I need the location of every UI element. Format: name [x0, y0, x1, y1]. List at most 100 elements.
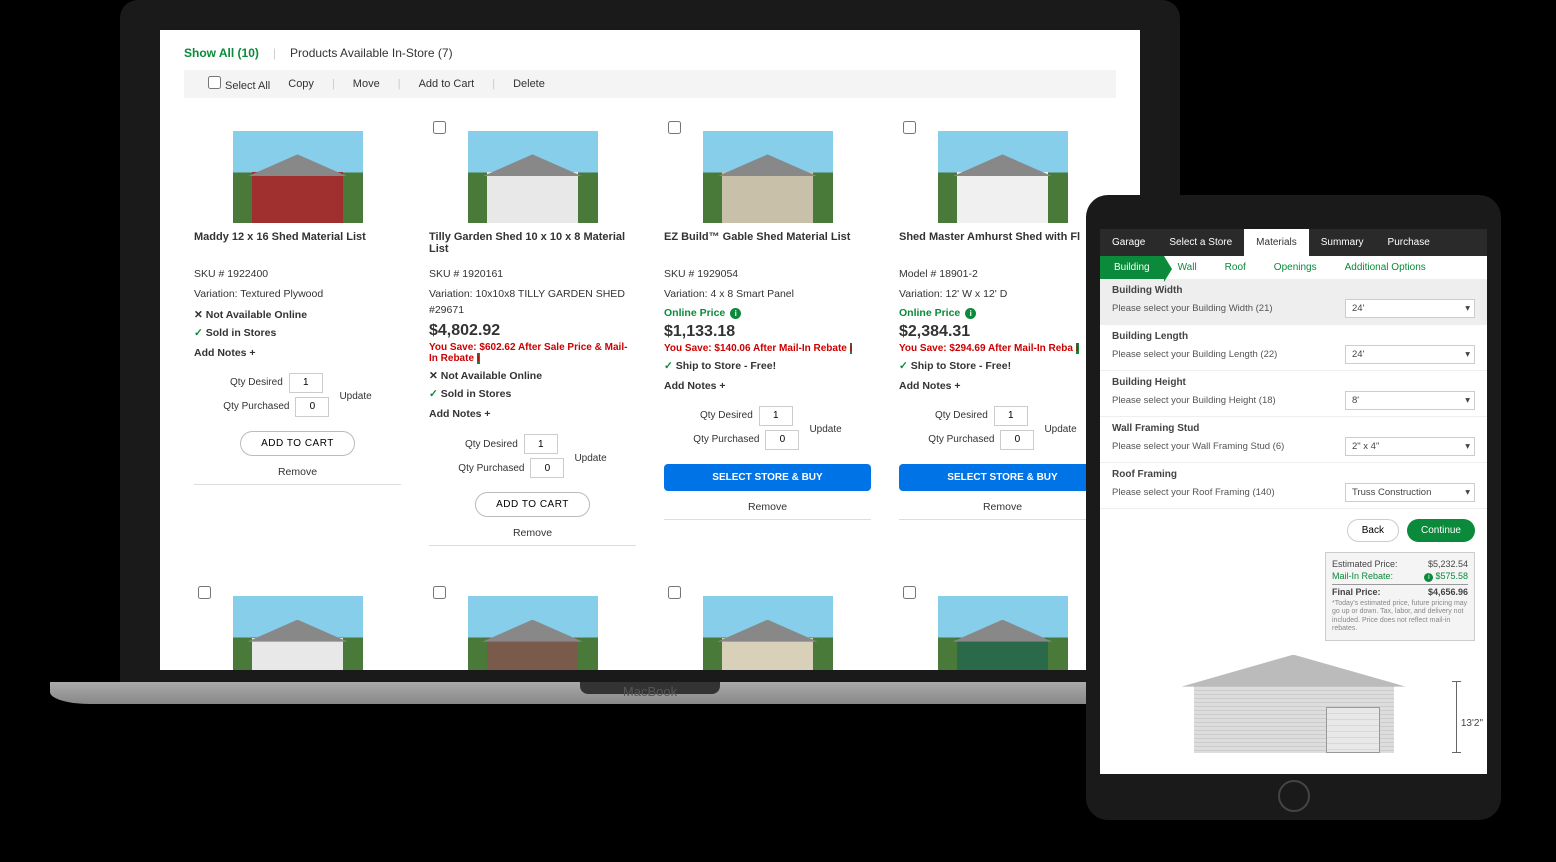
filter-in-store[interactable]: Products Available In-Store (7): [290, 46, 453, 60]
sold-in-stores-label: Sold in Stores: [206, 327, 277, 339]
add-notes-link[interactable]: Add Notes +: [429, 408, 636, 420]
product-image[interactable]: [703, 131, 833, 223]
price-disclaimer: *Today's estimated price, future pricing…: [1332, 600, 1468, 634]
ipad-home-button[interactable]: [1278, 780, 1310, 812]
product-checkbox[interactable]: [433, 586, 446, 599]
product-name[interactable]: EZ Build™ Gable Shed Material List: [664, 231, 871, 257]
qty-desired-label: Qty Desired: [935, 410, 988, 421]
subnav-tab[interactable]: Additional Options: [1331, 256, 1440, 279]
field-select[interactable]: 24' ▾: [1345, 345, 1475, 364]
product-name[interactable]: Tilly Garden Shed 10 x 10 x 8 Material L…: [429, 231, 636, 257]
add-notes-link[interactable]: Add Notes +: [194, 347, 401, 359]
action-add-to-cart[interactable]: Add to Cart: [419, 78, 475, 90]
field-select[interactable]: 2" x 4" ▾: [1345, 437, 1475, 456]
update-link[interactable]: Update: [1044, 424, 1076, 435]
back-button[interactable]: Back: [1347, 519, 1399, 542]
product-checkbox[interactable]: [903, 586, 916, 599]
topbar-tab[interactable]: Summary: [1309, 229, 1376, 256]
remove-link[interactable]: Remove: [899, 501, 1106, 513]
action-delete[interactable]: Delete: [513, 78, 545, 90]
info-icon[interactable]: i: [730, 308, 741, 319]
select-all[interactable]: Select All: [208, 76, 270, 92]
product-name[interactable]: Shed Master Amhurst Shed with Fl: [899, 231, 1106, 257]
macbook-screen: Show All (10) | Products Available In-St…: [160, 30, 1140, 670]
info-icon[interactable]: i: [1424, 573, 1433, 582]
qty-desired-input[interactable]: [524, 434, 558, 454]
product-card: Maddy 12 x 16 Shed Material List SKU # 1…: [180, 117, 415, 562]
remove-link[interactable]: Remove: [194, 466, 401, 478]
update-link[interactable]: Update: [574, 453, 606, 464]
remove-link[interactable]: Remove: [664, 501, 871, 513]
info-icon[interactable]: i: [850, 343, 853, 354]
product-image[interactable]: [468, 131, 598, 223]
qty-purchased-input[interactable]: [1000, 430, 1034, 450]
field-label: Building Width: [1112, 285, 1475, 296]
macbook-bezel: Show All (10) | Products Available In-St…: [120, 0, 1180, 690]
qty-purchased-input[interactable]: [295, 397, 329, 417]
qty-desired-input[interactable]: [994, 406, 1028, 426]
add-notes-link[interactable]: Add Notes +: [899, 380, 1106, 392]
qty-purchased-input[interactable]: [765, 430, 799, 450]
product-image[interactable]: [468, 596, 598, 670]
continue-button[interactable]: Continue: [1407, 519, 1475, 542]
product-sku: SKU # 1929054: [664, 267, 871, 283]
info-icon[interactable]: i: [477, 353, 480, 364]
x-icon: ✕: [429, 370, 438, 382]
qty-desired-input[interactable]: [289, 373, 323, 393]
topbar-tab[interactable]: Materials: [1244, 229, 1309, 256]
product-sku: SKU # 1922400: [194, 267, 401, 283]
filter-show-all[interactable]: Show All (10): [184, 46, 259, 60]
est-price-label: Estimated Price:: [1332, 559, 1398, 569]
product-checkbox[interactable]: [198, 586, 211, 599]
field-select[interactable]: 8' ▾: [1345, 391, 1475, 410]
add-to-cart-button[interactable]: ADD TO CART: [240, 431, 355, 456]
action-move[interactable]: Move: [353, 78, 380, 90]
form-group: Wall Framing Stud Please select your Wal…: [1100, 417, 1487, 463]
action-copy[interactable]: Copy: [288, 78, 314, 90]
field-select[interactable]: 24' ▾: [1345, 299, 1475, 318]
subnav-tab[interactable]: Openings: [1260, 256, 1331, 279]
product-image[interactable]: [233, 596, 363, 670]
product-checkbox[interactable]: [668, 586, 681, 599]
product-image[interactable]: [703, 596, 833, 670]
product-checkbox[interactable]: [903, 121, 916, 134]
info-icon[interactable]: i: [965, 308, 976, 319]
check-icon: ✓: [194, 327, 203, 339]
select-store-button[interactable]: SELECT STORE & BUY: [664, 464, 871, 491]
ipad-screen: GarageSelect a StoreMaterialsSummaryPurc…: [1100, 229, 1487, 774]
topbar-tab[interactable]: Select a Store: [1157, 229, 1244, 256]
subnav-tab[interactable]: Building: [1100, 256, 1164, 279]
add-to-cart-button[interactable]: ADD TO CART: [475, 492, 590, 517]
product-checkbox[interactable]: [433, 121, 446, 134]
update-link[interactable]: Update: [339, 391, 371, 402]
chevron-down-icon: ▾: [1465, 441, 1470, 452]
topbar-tab[interactable]: Garage: [1100, 229, 1157, 256]
add-notes-link[interactable]: Add Notes +: [664, 380, 871, 392]
select-all-checkbox[interactable]: [208, 76, 221, 89]
product-name[interactable]: Maddy 12 x 16 Shed Material List: [194, 231, 401, 257]
product-variation: Variation: 12' W x 12' D: [899, 287, 1106, 303]
qty-desired-input[interactable]: [759, 406, 793, 426]
topbar-tab[interactable]: Purchase: [1376, 229, 1442, 256]
product-checkbox[interactable]: [668, 121, 681, 134]
qty-desired-label: Qty Desired: [700, 410, 753, 421]
qty-purchased-input[interactable]: [530, 458, 564, 478]
update-link[interactable]: Update: [809, 424, 841, 435]
info-icon[interactable]: i: [1076, 343, 1079, 354]
dimension-line: [1456, 681, 1457, 753]
form-group: Building Height Please select your Build…: [1100, 371, 1487, 417]
product-image[interactable]: [938, 596, 1068, 670]
plus-icon: +: [719, 380, 725, 392]
product-image[interactable]: [233, 131, 363, 223]
savings-text: You Save: $140.06 After Mail-In Rebate i: [664, 343, 871, 354]
select-store-button[interactable]: SELECT STORE & BUY: [899, 464, 1106, 491]
subnav-tab[interactable]: Roof: [1211, 256, 1260, 279]
field-select[interactable]: Truss Construction ▾: [1345, 483, 1475, 502]
ship-free-label: Ship to Store - Free!: [676, 360, 776, 372]
qty-purchased-label: Qty Purchased: [693, 434, 759, 445]
product-price: $1,133.18: [664, 323, 871, 341]
remove-link[interactable]: Remove: [429, 527, 636, 539]
product-image[interactable]: [938, 131, 1068, 223]
final-price-value: $4,656.96: [1428, 587, 1468, 597]
product-sku: SKU # 1920161: [429, 267, 636, 283]
